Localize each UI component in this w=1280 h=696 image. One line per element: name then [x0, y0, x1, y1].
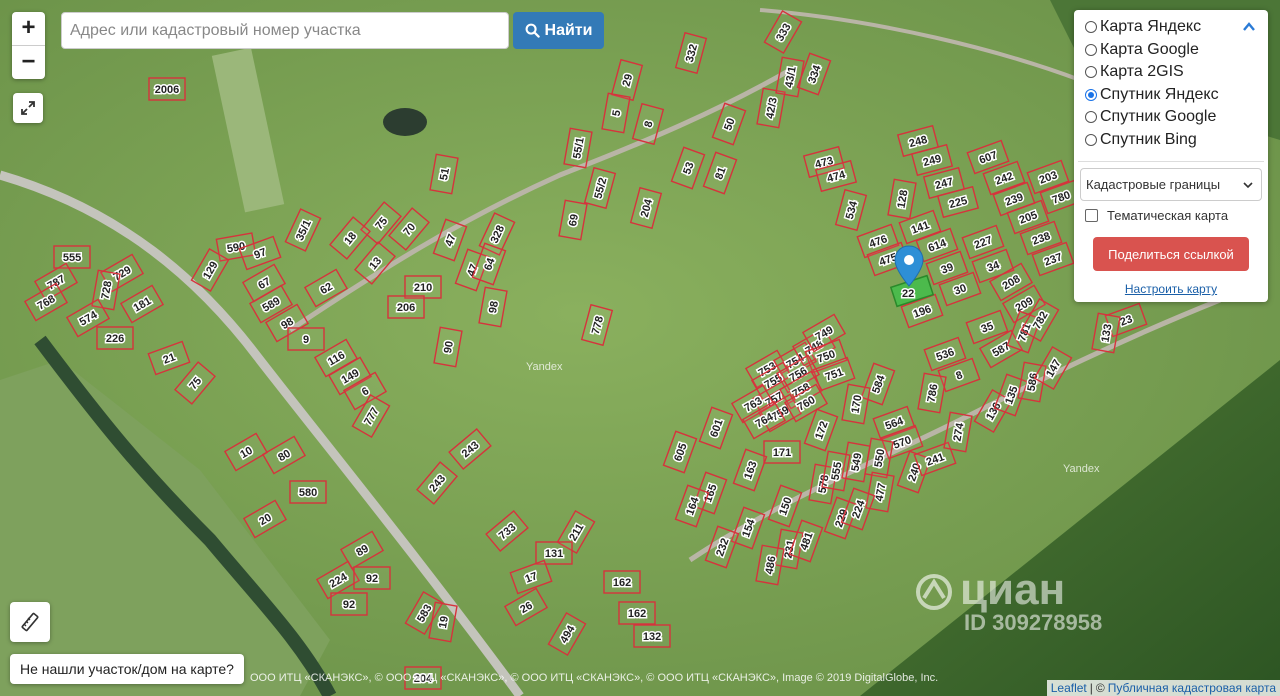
yandex-watermark-1: Yandex [526, 361, 563, 373]
overlay-select[interactable]: Кадастровые границы [1080, 168, 1262, 201]
pond [383, 108, 427, 136]
parcel-label: 2006 [155, 84, 179, 96]
parcel-label: 580 [299, 487, 317, 499]
parcel[interactable]: 162 [603, 570, 641, 594]
chevron-down-icon [1243, 182, 1253, 189]
attribution-bar: Leaflet | © Публичная кадастровая карта [1046, 680, 1280, 696]
layer-option-google-map[interactable]: Карта Google [1085, 40, 1199, 60]
expand-icon [21, 101, 35, 115]
parcel-label: 90 [442, 340, 456, 354]
attribution-text: ООО ИТЦ «СКАНЭКС», © ООО ИТЦ «СКАНЭКС», … [250, 672, 939, 684]
configure-map-link[interactable]: Настроить карту [1074, 282, 1268, 296]
parcel[interactable]: 132 [633, 624, 671, 648]
parcel[interactable]: 2006 [148, 77, 186, 101]
cian-id-watermark: ID 309278958 [964, 610, 1102, 635]
parcel[interactable]: 9 [287, 327, 325, 351]
layer-option-yandex-map[interactable]: Карта Яндекс [1085, 17, 1201, 37]
radio-google-map[interactable] [1085, 44, 1097, 56]
find-button[interactable]: Найти [513, 12, 604, 49]
parcel[interactable]: 162 [618, 601, 656, 625]
zoom-in-button[interactable]: + [12, 12, 45, 45]
not-found-button[interactable]: Не нашли участок/дом на карте? [10, 654, 244, 684]
parcel[interactable]: 580 [289, 480, 327, 504]
zoom-control: + − [12, 12, 45, 79]
parcel[interactable]: 206 [387, 295, 425, 319]
parcel-label: 131 [545, 548, 563, 560]
cadastral-map-link[interactable]: Публичная кадастровая карта [1108, 681, 1276, 695]
thematic-map-label: Тематическая карта [1107, 208, 1229, 223]
copyright-symbol: © [1095, 681, 1105, 695]
radio-yandex-map[interactable] [1085, 21, 1097, 33]
parcel[interactable]: 171 [763, 440, 801, 464]
search-input[interactable] [61, 12, 509, 49]
parcel[interactable]: 131 [535, 541, 573, 565]
parcel[interactable]: 555 [53, 245, 91, 269]
search-icon [525, 23, 540, 38]
attribution-separator: | [1089, 681, 1093, 695]
thematic-map-option[interactable]: Тематическая карта [1085, 208, 1228, 223]
ruler-icon [21, 612, 39, 632]
layer-option-2gis-map[interactable]: Карта 2GIS [1085, 62, 1184, 82]
panel-divider [1078, 161, 1264, 162]
layer-option-google-satellite[interactable]: Спутник Google [1085, 107, 1216, 127]
parcel-label: 69 [567, 213, 581, 227]
parcel-label: 162 [613, 577, 631, 589]
layer-option-bing-satellite[interactable]: Спутник Bing [1085, 130, 1197, 150]
selected-parcel-label: 22 [902, 288, 914, 300]
leaflet-link[interactable]: Leaflet [1051, 681, 1087, 695]
share-link-button[interactable]: Поделиться ссылкой [1093, 237, 1249, 271]
parcel[interactable]: 226 [96, 326, 134, 350]
parcel[interactable]: 92 [330, 592, 368, 616]
layer-label: Карта 2GIS [1100, 63, 1184, 80]
parcel-label: 92 [366, 573, 378, 585]
layer-label: Карта Google [1100, 41, 1199, 58]
radio-bing-satellite[interactable] [1085, 134, 1097, 146]
parcel[interactable]: 210 [404, 275, 442, 299]
zoom-out-button[interactable]: − [12, 45, 45, 79]
parcel-label: 226 [106, 333, 124, 345]
radio-yandex-satellite[interactable] [1085, 89, 1097, 101]
parcel-label: 92 [343, 599, 355, 611]
share-link-label: Поделиться ссылкой [1108, 246, 1234, 262]
layer-option-yandex-satellite[interactable]: Спутник Яндекс [1085, 85, 1219, 105]
find-button-label: Найти [544, 21, 593, 39]
measure-button[interactable] [10, 602, 50, 642]
parcel-label: 206 [397, 302, 415, 314]
layer-label: Карта Яндекс [1100, 18, 1202, 35]
parcel-label: 210 [414, 282, 432, 294]
parcel-label: 171 [773, 447, 791, 459]
thematic-map-checkbox[interactable] [1085, 209, 1098, 222]
radio-google-satellite[interactable] [1085, 111, 1097, 123]
radio-2gis-map[interactable] [1085, 66, 1097, 78]
parcel-label: 98 [487, 300, 501, 314]
parcel-label: 9 [303, 334, 309, 346]
parcel-label: 555 [63, 252, 81, 264]
parcel-label: 19 [437, 615, 451, 629]
overlay-select-value: Кадастровые границы [1086, 177, 1221, 192]
cian-watermark: циан [960, 565, 1065, 614]
parcel[interactable]: 92 [353, 566, 391, 590]
layer-label: Спутник Google [1100, 108, 1217, 125]
chevron-up-icon[interactable] [1242, 20, 1256, 34]
fullscreen-button[interactable] [13, 93, 43, 123]
parcel-label: 132 [643, 631, 661, 643]
layers-panel: Карта Яндекс Карта Google Карта 2GIS Спу… [1074, 10, 1268, 302]
parcel-label: 51 [438, 167, 452, 181]
layer-label: Спутник Bing [1100, 131, 1197, 148]
yandex-watermark-2: Yandex [1063, 463, 1100, 475]
layer-label: Спутник Яндекс [1100, 86, 1219, 103]
parcel-label: 162 [628, 608, 646, 620]
